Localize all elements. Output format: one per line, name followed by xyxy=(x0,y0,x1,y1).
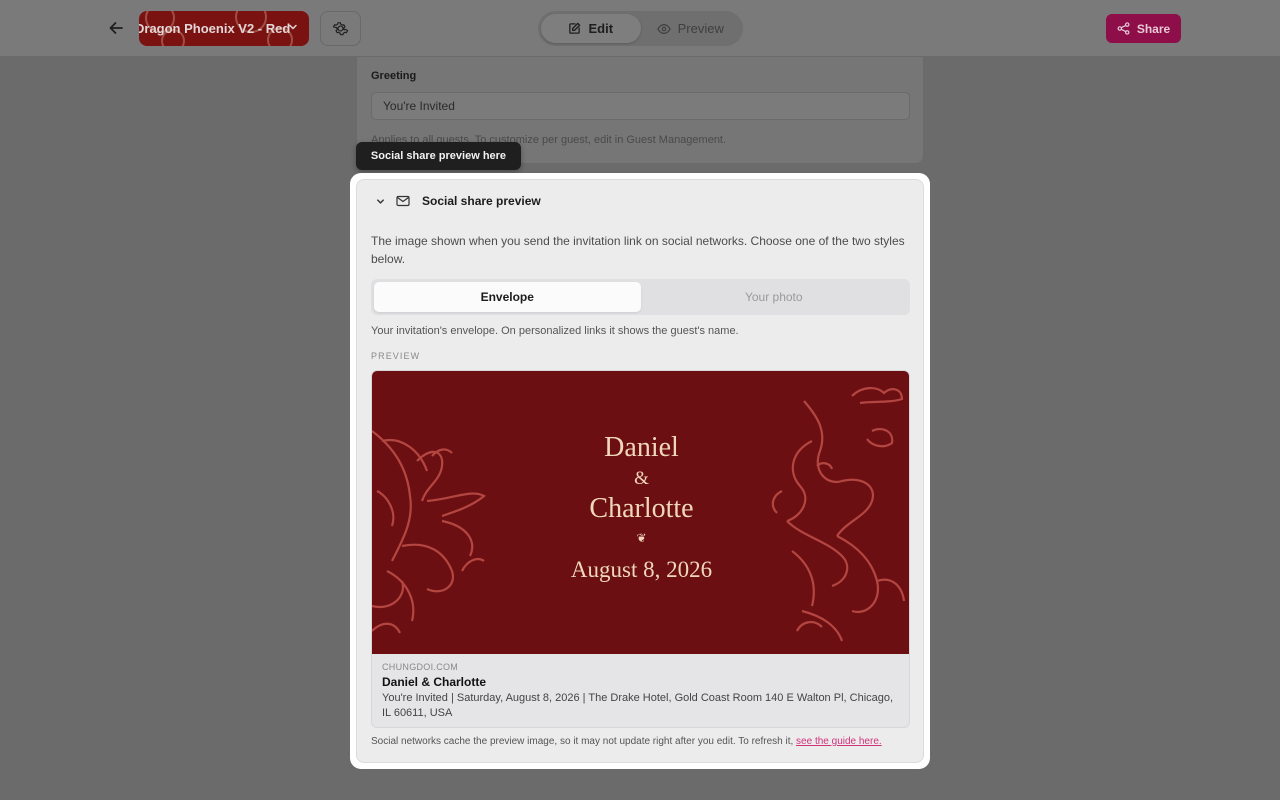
social-share-panel: Social share preview The image shown whe… xyxy=(356,179,924,763)
panel-description: The image shown when you send the invita… xyxy=(371,234,905,266)
link-domain: CHUNGDOI.COM xyxy=(382,662,459,672)
guide-link[interactable]: see the guide here. xyxy=(796,736,882,747)
greeting-label: Greeting xyxy=(371,70,417,82)
panel-title: Social share preview xyxy=(422,194,541,208)
theme-selector[interactable]: Dragon Phoenix V2 - Red xyxy=(139,11,309,46)
share-icon xyxy=(1117,22,1130,35)
couple-name-1: Daniel xyxy=(604,432,679,463)
greeting-input[interactable]: You're Invited xyxy=(371,92,910,120)
share-button[interactable]: Share xyxy=(1106,14,1181,43)
edit-icon xyxy=(569,22,581,34)
preview-label: PREVIEW xyxy=(371,351,421,361)
link-title: Daniel & Charlotte xyxy=(382,675,487,689)
arrow-left-icon xyxy=(109,22,123,34)
top-bar: Dragon Phoenix V2 - Red Edit Preview Sha… xyxy=(0,0,1280,57)
settings-button[interactable] xyxy=(320,11,361,46)
mode-toggle: Edit Preview xyxy=(538,11,743,46)
tab-edit-label: Edit xyxy=(588,21,614,36)
cache-note-text: Social networks cache the preview image,… xyxy=(371,736,794,747)
panel-header[interactable]: Social share preview xyxy=(375,194,541,208)
link-description: You're Invited | Saturday, August 8, 202… xyxy=(382,692,894,719)
cache-note: Social networks cache the preview image,… xyxy=(371,736,882,747)
couple-name-2: Charlotte xyxy=(589,493,694,524)
style-help-text: Your invitation's envelope. On personali… xyxy=(371,325,739,337)
back-button[interactable] xyxy=(104,16,128,40)
chevron-down-icon xyxy=(289,24,297,30)
eye-icon xyxy=(656,23,671,34)
theme-name: Dragon Phoenix V2 - Red xyxy=(139,21,291,36)
envelope-preview-image: Daniel & Charlotte ❦ August 8, 2026 xyxy=(372,371,909,654)
style-photo-button[interactable]: Your photo xyxy=(641,282,908,312)
tab-preview-label: Preview xyxy=(677,21,724,36)
mail-icon xyxy=(396,195,410,207)
tab-edit[interactable]: Edit xyxy=(541,14,641,43)
ampersand: & xyxy=(634,468,649,489)
share-label: Share xyxy=(1136,21,1171,36)
chevron-down-icon xyxy=(377,198,384,204)
tab-preview[interactable]: Preview xyxy=(641,14,741,43)
ornament-icon: ❦ xyxy=(636,531,647,545)
style-segmented-control: Envelope Your photo xyxy=(371,279,910,315)
gear-icon xyxy=(332,22,349,36)
onboarding-tooltip: Social share preview here xyxy=(356,142,521,170)
link-preview-card: Daniel & Charlotte ❦ August 8, 2026 CHUN… xyxy=(371,370,910,728)
link-preview-meta: CHUNGDOI.COM Daniel & Charlotte You're I… xyxy=(372,654,909,721)
wedding-date: August 8, 2026 xyxy=(570,557,713,582)
style-envelope-button[interactable]: Envelope xyxy=(374,282,641,312)
